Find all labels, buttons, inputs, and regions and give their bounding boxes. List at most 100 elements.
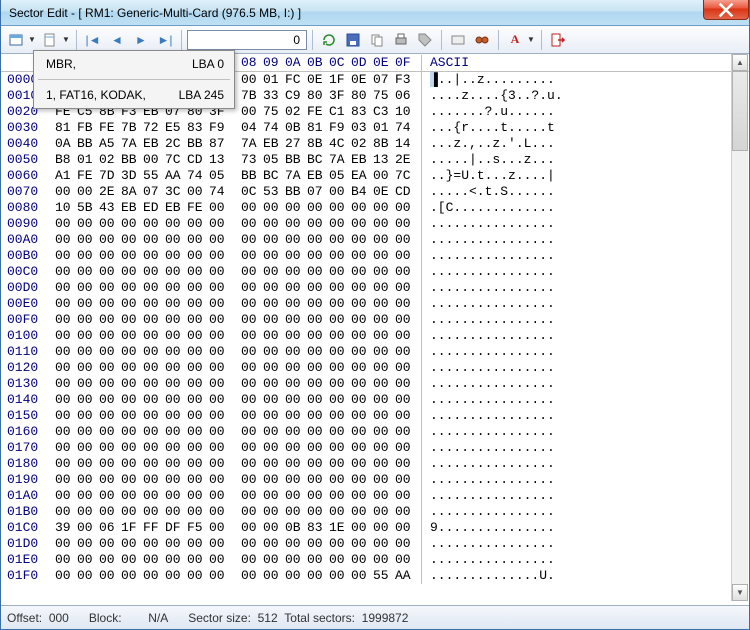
hex-byte[interactable]: 00 — [285, 312, 307, 328]
hex-byte[interactable]: 83 — [351, 104, 373, 120]
hex-byte[interactable]: 00 — [209, 504, 231, 520]
hex-byte[interactable]: 00 — [55, 568, 77, 584]
close-button[interactable] — [703, 0, 749, 20]
hex-byte[interactable]: 00 — [351, 200, 373, 216]
row-hex[interactable]: 00000000000000000000000000000000 — [49, 456, 417, 472]
hex-byte[interactable]: 00 — [187, 440, 209, 456]
hex-byte[interactable]: 00 — [99, 232, 121, 248]
hex-byte[interactable]: 7C — [395, 168, 417, 184]
refresh-button[interactable] — [318, 29, 340, 51]
hex-byte[interactable]: 00 — [187, 360, 209, 376]
hex-byte[interactable]: 00 — [263, 328, 285, 344]
hex-byte[interactable]: 00 — [373, 408, 395, 424]
hex-byte[interactable]: 00 — [285, 344, 307, 360]
hex-byte[interactable]: 00 — [187, 248, 209, 264]
hex-byte[interactable]: 00 — [351, 504, 373, 520]
hex-byte[interactable]: 00 — [395, 248, 417, 264]
hex-byte[interactable]: 00 — [373, 424, 395, 440]
hex-byte[interactable]: 00 — [285, 376, 307, 392]
hex-byte[interactable]: 72 — [143, 120, 165, 136]
row-hex[interactable]: 00000000000000000000000000000000 — [49, 216, 417, 232]
hex-byte[interactable]: B8 — [55, 152, 77, 168]
row-hex[interactable]: 00000000000000000000000000000000 — [49, 296, 417, 312]
hex-row[interactable]: 017000000000000000000000000000000000....… — [1, 440, 749, 456]
hex-row[interactable]: 003081FBFE7B72E583F904740B81F9030174...{… — [1, 120, 749, 136]
hex-byte[interactable]: 00 — [241, 376, 263, 392]
hex-byte[interactable]: 7A — [121, 136, 143, 152]
hex-byte[interactable]: 10 — [395, 104, 417, 120]
hex-byte[interactable]: 00 — [329, 216, 351, 232]
hex-byte[interactable]: 00 — [99, 472, 121, 488]
hex-byte[interactable]: 00 — [209, 328, 231, 344]
hex-byte[interactable]: 00 — [285, 504, 307, 520]
hex-byte[interactable]: 00 — [77, 424, 99, 440]
hex-byte[interactable]: 00 — [209, 232, 231, 248]
hex-byte[interactable]: 00 — [143, 248, 165, 264]
hex-byte[interactable]: 00 — [77, 312, 99, 328]
hex-byte[interactable]: 00 — [329, 440, 351, 456]
hex-byte[interactable]: EB — [263, 136, 285, 152]
hex-byte[interactable]: 00 — [165, 536, 187, 552]
hex-byte[interactable]: 00 — [121, 488, 143, 504]
hex-byte[interactable]: 00 — [351, 472, 373, 488]
hex-byte[interactable]: 00 — [143, 216, 165, 232]
hex-byte[interactable]: 00 — [351, 328, 373, 344]
hex-byte[interactable]: 00 — [77, 328, 99, 344]
hex-byte[interactable]: 00 — [99, 264, 121, 280]
hex-byte[interactable]: 00 — [99, 376, 121, 392]
hex-byte[interactable]: CD — [395, 184, 417, 200]
hex-byte[interactable]: 00 — [77, 552, 99, 568]
hex-row[interactable]: 014000000000000000000000000000000000....… — [1, 392, 749, 408]
hex-byte[interactable]: 00 — [165, 408, 187, 424]
hex-byte[interactable]: 00 — [351, 408, 373, 424]
hex-byte[interactable]: 00 — [99, 488, 121, 504]
hex-byte[interactable]: A1 — [55, 168, 77, 184]
row-ascii[interactable]: ................ — [421, 280, 749, 296]
hex-byte[interactable]: 00 — [55, 328, 77, 344]
hex-byte[interactable]: AA — [395, 568, 417, 584]
hex-byte[interactable]: 00 — [351, 488, 373, 504]
hex-byte[interactable]: 00 — [241, 360, 263, 376]
hex-byte[interactable]: 53 — [263, 184, 285, 200]
row-hex[interactable]: 00000000000000000000000000000000 — [49, 440, 417, 456]
hex-byte[interactable]: 00 — [209, 344, 231, 360]
hex-byte[interactable]: 1F — [121, 520, 143, 536]
row-ascii[interactable]: ....z....{3..?.u. — [421, 88, 749, 104]
hex-byte[interactable]: 00 — [55, 280, 77, 296]
hex-byte[interactable]: F9 — [329, 120, 351, 136]
hex-byte[interactable]: 00 — [187, 424, 209, 440]
hex-byte[interactable]: 00 — [55, 552, 77, 568]
hex-row[interactable]: 0050B80102BB007CCD137305BBBC7AEB132E....… — [1, 152, 749, 168]
hex-byte[interactable]: 00 — [143, 440, 165, 456]
hex-byte[interactable]: 2E — [99, 184, 121, 200]
hex-byte[interactable]: 55 — [373, 568, 395, 584]
hex-byte[interactable]: 00 — [373, 456, 395, 472]
row-ascii[interactable]: ................ — [421, 264, 749, 280]
hex-byte[interactable]: 00 — [143, 232, 165, 248]
hex-byte[interactable]: 00 — [395, 440, 417, 456]
hex-byte[interactable]: 00 — [285, 360, 307, 376]
hex-byte[interactable]: 00 — [307, 200, 329, 216]
hex-byte[interactable]: 00 — [187, 264, 209, 280]
hex-byte[interactable]: 00 — [165, 472, 187, 488]
hex-byte[interactable]: 00 — [373, 264, 395, 280]
hex-byte[interactable]: FC — [285, 72, 307, 88]
row-hex[interactable]: 105B43EBEDEBFE000000000000000000 — [49, 200, 417, 216]
hex-byte[interactable]: 00 — [143, 328, 165, 344]
tools-button[interactable] — [447, 29, 469, 51]
hex-byte[interactable]: 13 — [373, 152, 395, 168]
hex-byte[interactable]: 00 — [285, 424, 307, 440]
hex-byte[interactable]: 02 — [351, 136, 373, 152]
hex-byte[interactable]: 00 — [285, 392, 307, 408]
open-disk-button[interactable] — [5, 29, 27, 51]
hex-byte[interactable]: 00 — [263, 360, 285, 376]
hex-byte[interactable]: 00 — [263, 376, 285, 392]
hex-byte[interactable]: 00 — [351, 552, 373, 568]
hex-byte[interactable]: 14 — [395, 136, 417, 152]
row-ascii[interactable]: ................ — [421, 552, 749, 568]
hex-byte[interactable]: 00 — [55, 360, 77, 376]
hex-byte[interactable]: 00 — [263, 312, 285, 328]
hex-byte[interactable]: 00 — [209, 392, 231, 408]
hex-row[interactable]: 01F0000000000000000000000000000055AA....… — [1, 568, 749, 584]
hex-byte[interactable]: 00 — [329, 488, 351, 504]
